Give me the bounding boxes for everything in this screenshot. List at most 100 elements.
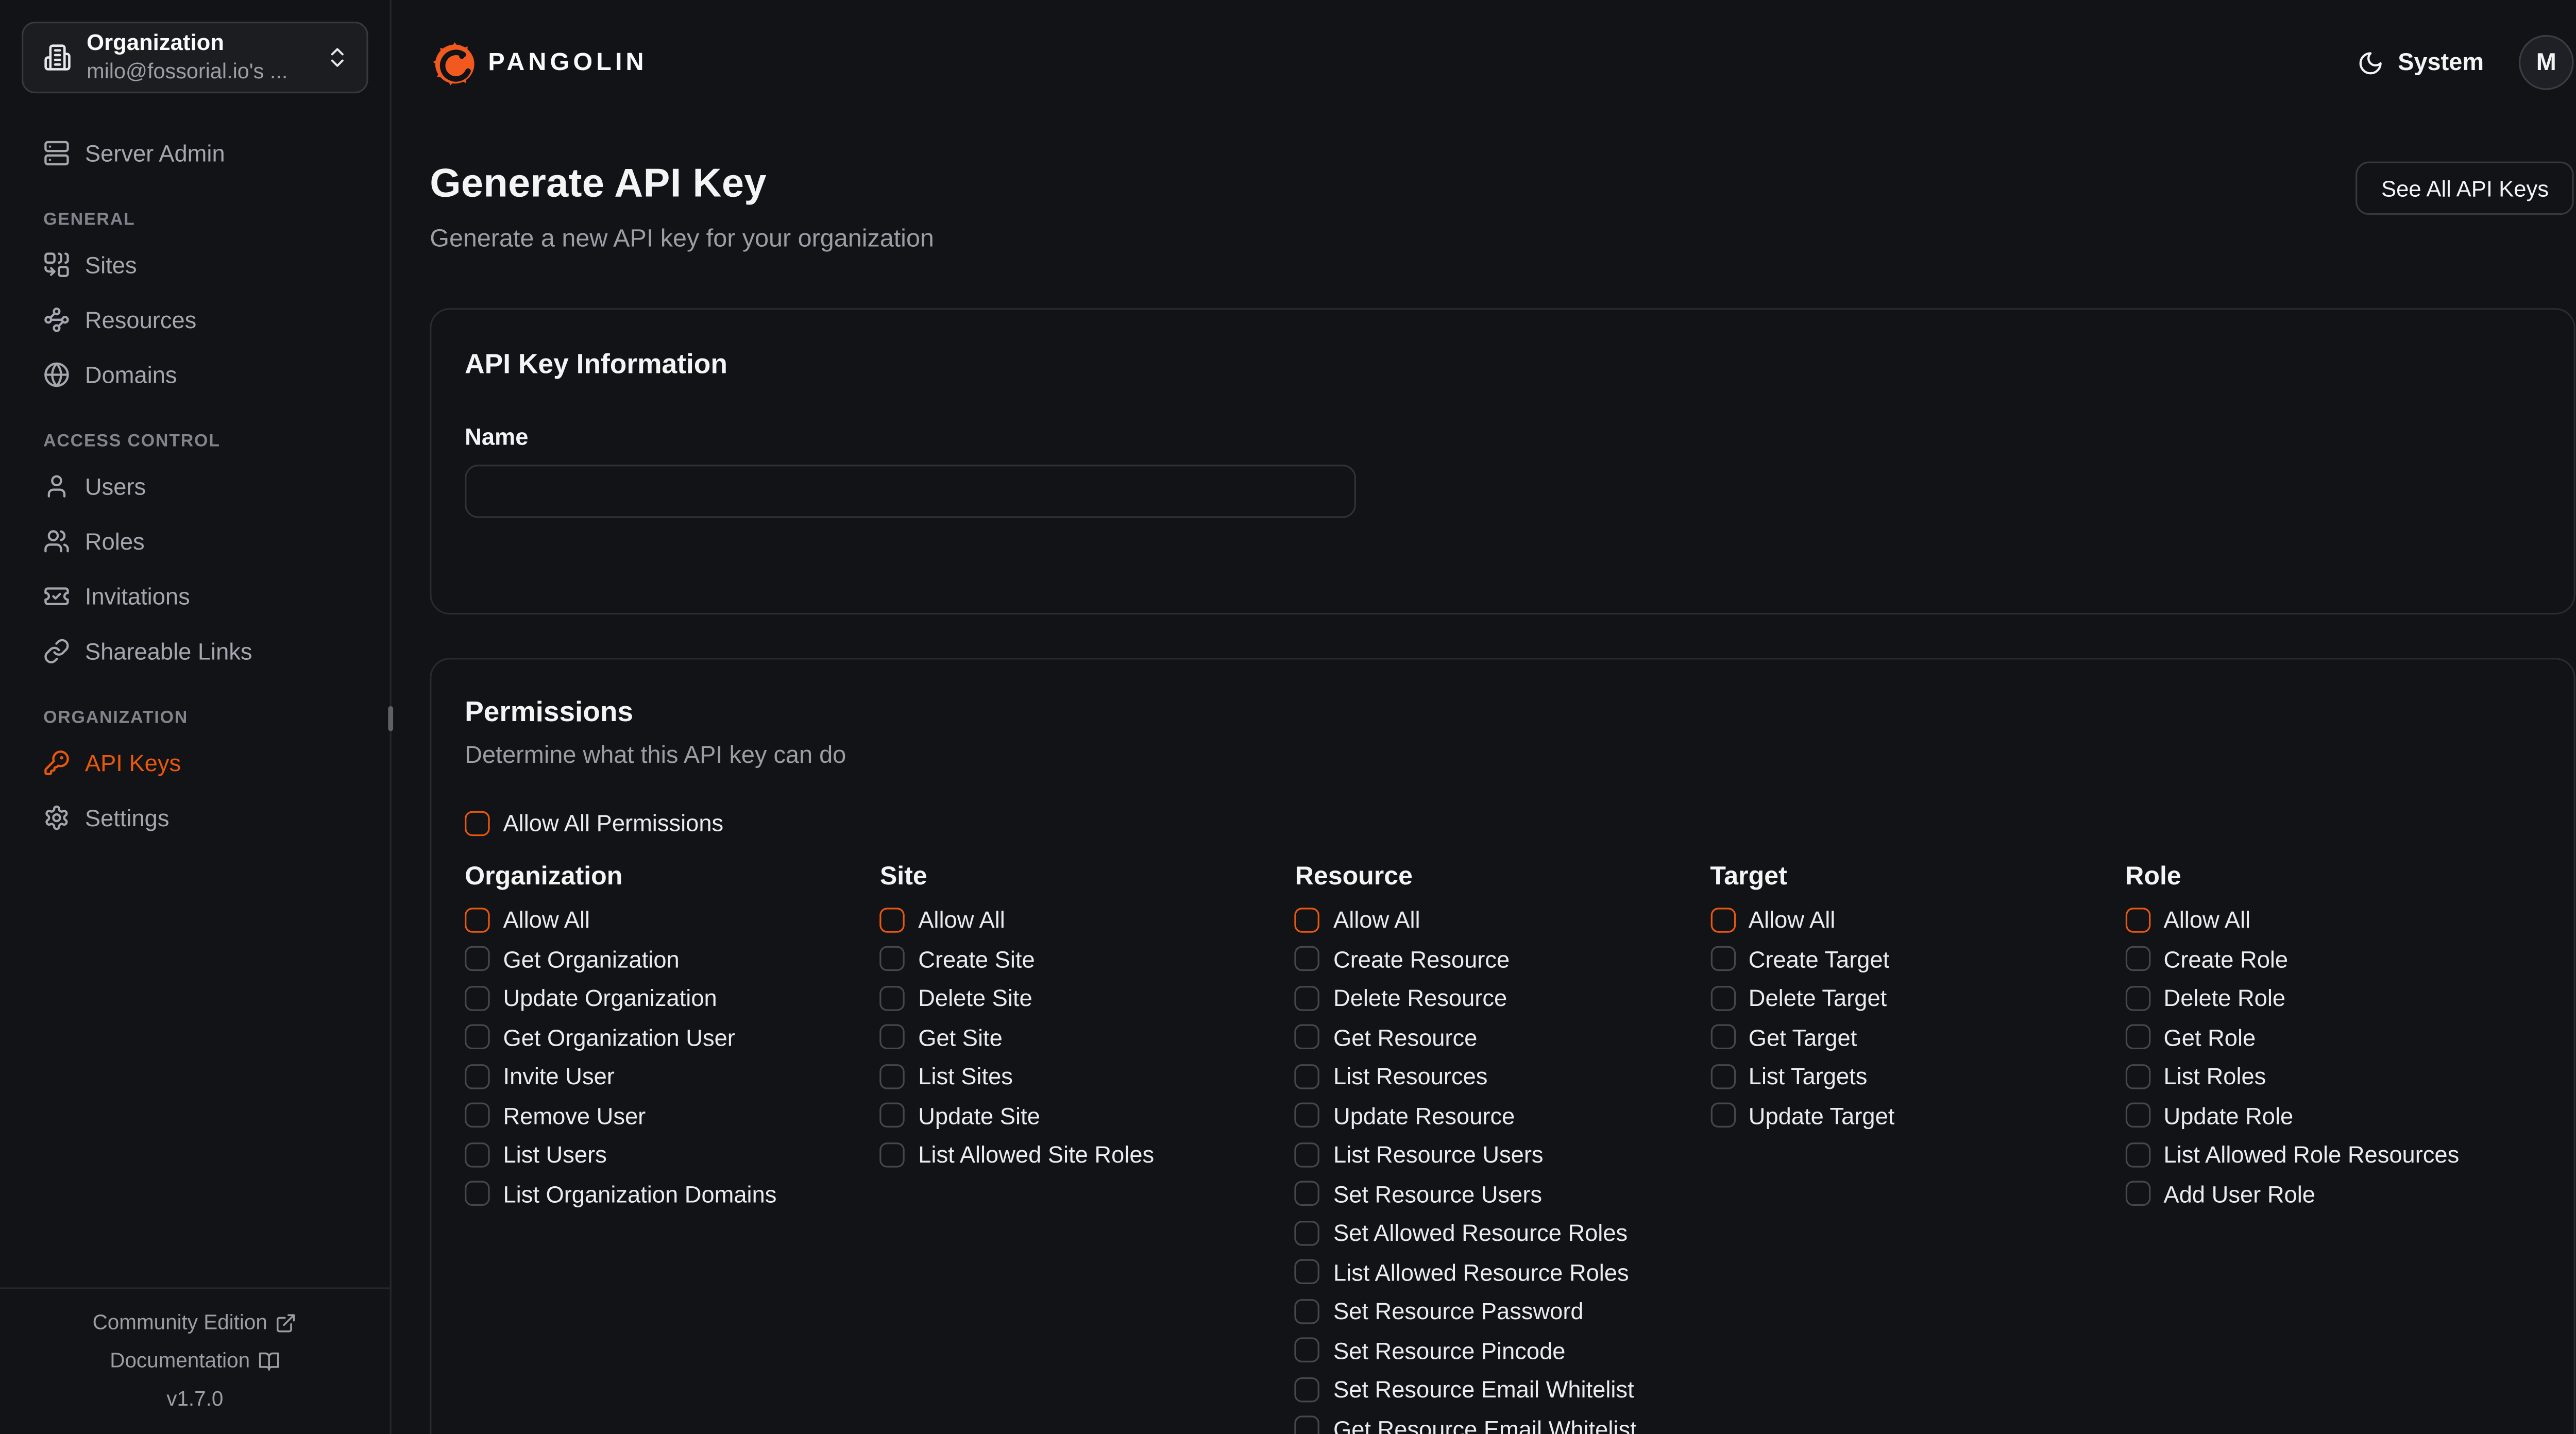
brand[interactable]: PANGOLIN <box>430 38 647 88</box>
permission-checkbox[interactable] <box>465 946 490 971</box>
permission-checkbox[interactable] <box>465 1181 490 1206</box>
sidebar-item-invitations[interactable]: Invitations <box>22 579 368 613</box>
org-picker[interactable]: Organization milo@fossorial.io's ... <box>22 22 368 93</box>
permission-row: Set Resource Pincode <box>1295 1337 1710 1363</box>
permission-checkbox[interactable] <box>1295 985 1320 1011</box>
permission-checkbox[interactable] <box>1295 1103 1320 1128</box>
permission-label: Allow All <box>918 906 1005 933</box>
permission-label: Update Organization <box>503 984 717 1011</box>
permission-checkbox[interactable] <box>1295 1064 1320 1089</box>
permission-checkbox[interactable] <box>1295 1298 1320 1323</box>
sidebar-item-label: Resources <box>85 306 196 333</box>
sidebar-item-label: Sites <box>85 251 137 278</box>
permission-row: List Users <box>465 1141 880 1168</box>
permission-checkbox[interactable] <box>880 946 905 971</box>
permission-checkbox[interactable] <box>2125 1064 2150 1089</box>
permission-label: List Sites <box>918 1063 1013 1089</box>
permission-checkbox[interactable] <box>465 1064 490 1089</box>
permission-row: Remove User <box>465 1102 880 1129</box>
permission-checkbox[interactable] <box>1710 1103 1735 1128</box>
page-content: API Key Information Name Permissions Det… <box>393 308 2576 1434</box>
footer-link-community-edition[interactable]: Community Edition <box>93 1311 297 1334</box>
permission-label: Delete Resource <box>1333 984 1507 1011</box>
permission-checkbox[interactable] <box>2125 985 2150 1011</box>
permission-label: List Allowed Resource Roles <box>1333 1258 1629 1285</box>
permission-checkbox[interactable] <box>1710 1064 1735 1089</box>
sidebar-item-label: Invitations <box>85 583 190 610</box>
permission-label: List Organization Domains <box>503 1180 776 1207</box>
permission-checkbox[interactable] <box>1710 985 1735 1011</box>
sidebar-item-label: Users <box>85 473 146 500</box>
permission-checkbox[interactable] <box>880 985 905 1011</box>
app-root: Organization milo@fossorial.io's ... Ser… <box>0 0 2576 1434</box>
globe-icon <box>43 362 70 388</box>
avatar[interactable]: M <box>2519 35 2574 90</box>
permission-label: Invite User <box>503 1063 614 1089</box>
permission-checkbox[interactable] <box>1295 946 1320 971</box>
allow-all-permissions-checkbox[interactable] <box>465 810 490 835</box>
ticket-icon <box>43 583 70 610</box>
permission-checkbox[interactable] <box>880 1142 905 1167</box>
permission-checkbox[interactable] <box>1710 946 1735 971</box>
sidebar-item-api-keys[interactable]: API Keys <box>22 746 368 780</box>
permission-label: Set Resource Password <box>1333 1298 1584 1324</box>
permission-checkbox[interactable] <box>465 1142 490 1167</box>
permission-group-title: Site <box>880 863 1295 893</box>
permission-checkbox[interactable] <box>2125 907 2150 932</box>
permission-label: Update Resource <box>1333 1102 1515 1129</box>
permission-checkbox[interactable] <box>1295 1415 1320 1434</box>
footer-link-documentation[interactable]: Documentation <box>110 1349 280 1372</box>
sidebar-section-label: ACCESS CONTROL <box>43 431 368 451</box>
permission-checkbox[interactable] <box>2125 1025 2150 1050</box>
permission-checkbox[interactable] <box>1295 1181 1320 1206</box>
sidebar-scrollbar-thumb[interactable] <box>388 706 393 731</box>
permission-row: List Allowed Site Roles <box>880 1141 1295 1168</box>
permission-checkbox[interactable] <box>1295 1259 1320 1284</box>
permission-row: Update Resource <box>1295 1102 1710 1129</box>
sidebar-item-sites[interactable]: Sites <box>22 248 368 282</box>
permission-row: Allow All <box>2125 906 2540 933</box>
sidebar-item-users[interactable]: Users <box>22 470 368 503</box>
permission-checkbox[interactable] <box>2125 946 2150 971</box>
permission-checkbox[interactable] <box>465 907 490 932</box>
permission-checkbox[interactable] <box>2125 1103 2150 1128</box>
sidebar-item-settings[interactable]: Settings <box>22 801 368 834</box>
sidebar-item-domains[interactable]: Domains <box>22 358 368 391</box>
permission-checkbox[interactable] <box>1295 1337 1320 1362</box>
sidebar-item-server-admin[interactable]: Server Admin <box>22 136 368 170</box>
permission-row: Invite User <box>465 1063 880 1089</box>
permission-group-title: Organization <box>465 863 880 893</box>
permission-row: Add User Role <box>2125 1180 2540 1207</box>
sites-icon <box>43 251 70 278</box>
permission-checkbox[interactable] <box>880 1103 905 1128</box>
permission-checkbox[interactable] <box>1710 1025 1735 1050</box>
name-input[interactable] <box>465 465 1356 518</box>
permission-checkbox[interactable] <box>1295 1376 1320 1402</box>
sidebar-item-roles[interactable]: Roles <box>22 525 368 558</box>
permission-label: List Allowed Site Roles <box>918 1141 1154 1168</box>
sidebar-item-resources[interactable]: Resources <box>22 303 368 336</box>
permission-checkbox[interactable] <box>880 1064 905 1089</box>
permission-checkbox[interactable] <box>465 985 490 1011</box>
theme-toggle[interactable]: System <box>2358 49 2484 76</box>
permission-label: Delete Role <box>2164 984 2286 1011</box>
permission-checkbox[interactable] <box>1295 1025 1320 1050</box>
footer-link-label: Documentation <box>110 1349 250 1372</box>
sidebar-item-shareable-links[interactable]: Shareable Links <box>22 635 368 668</box>
permission-row: List Roles <box>2125 1063 2540 1089</box>
permission-checkbox[interactable] <box>1295 907 1320 932</box>
gear-icon <box>43 805 70 831</box>
permission-checkbox[interactable] <box>2125 1181 2150 1206</box>
sidebar-item-label: Shareable Links <box>85 638 252 664</box>
permission-checkbox[interactable] <box>465 1103 490 1128</box>
permission-checkbox[interactable] <box>1295 1220 1320 1245</box>
permission-checkbox[interactable] <box>1710 907 1735 932</box>
see-all-api-keys-button[interactable]: See All API Keys <box>2356 162 2573 215</box>
permission-checkbox[interactable] <box>880 1025 905 1050</box>
permission-checkbox[interactable] <box>2125 1142 2150 1167</box>
page-subtitle: Generate a new API key for your organiza… <box>430 225 934 253</box>
permission-checkbox[interactable] <box>465 1025 490 1050</box>
permission-checkbox[interactable] <box>880 907 905 932</box>
main-area: PANGOLIN System M Generate API Key Gener… <box>393 0 2576 1434</box>
permission-checkbox[interactable] <box>1295 1142 1320 1167</box>
